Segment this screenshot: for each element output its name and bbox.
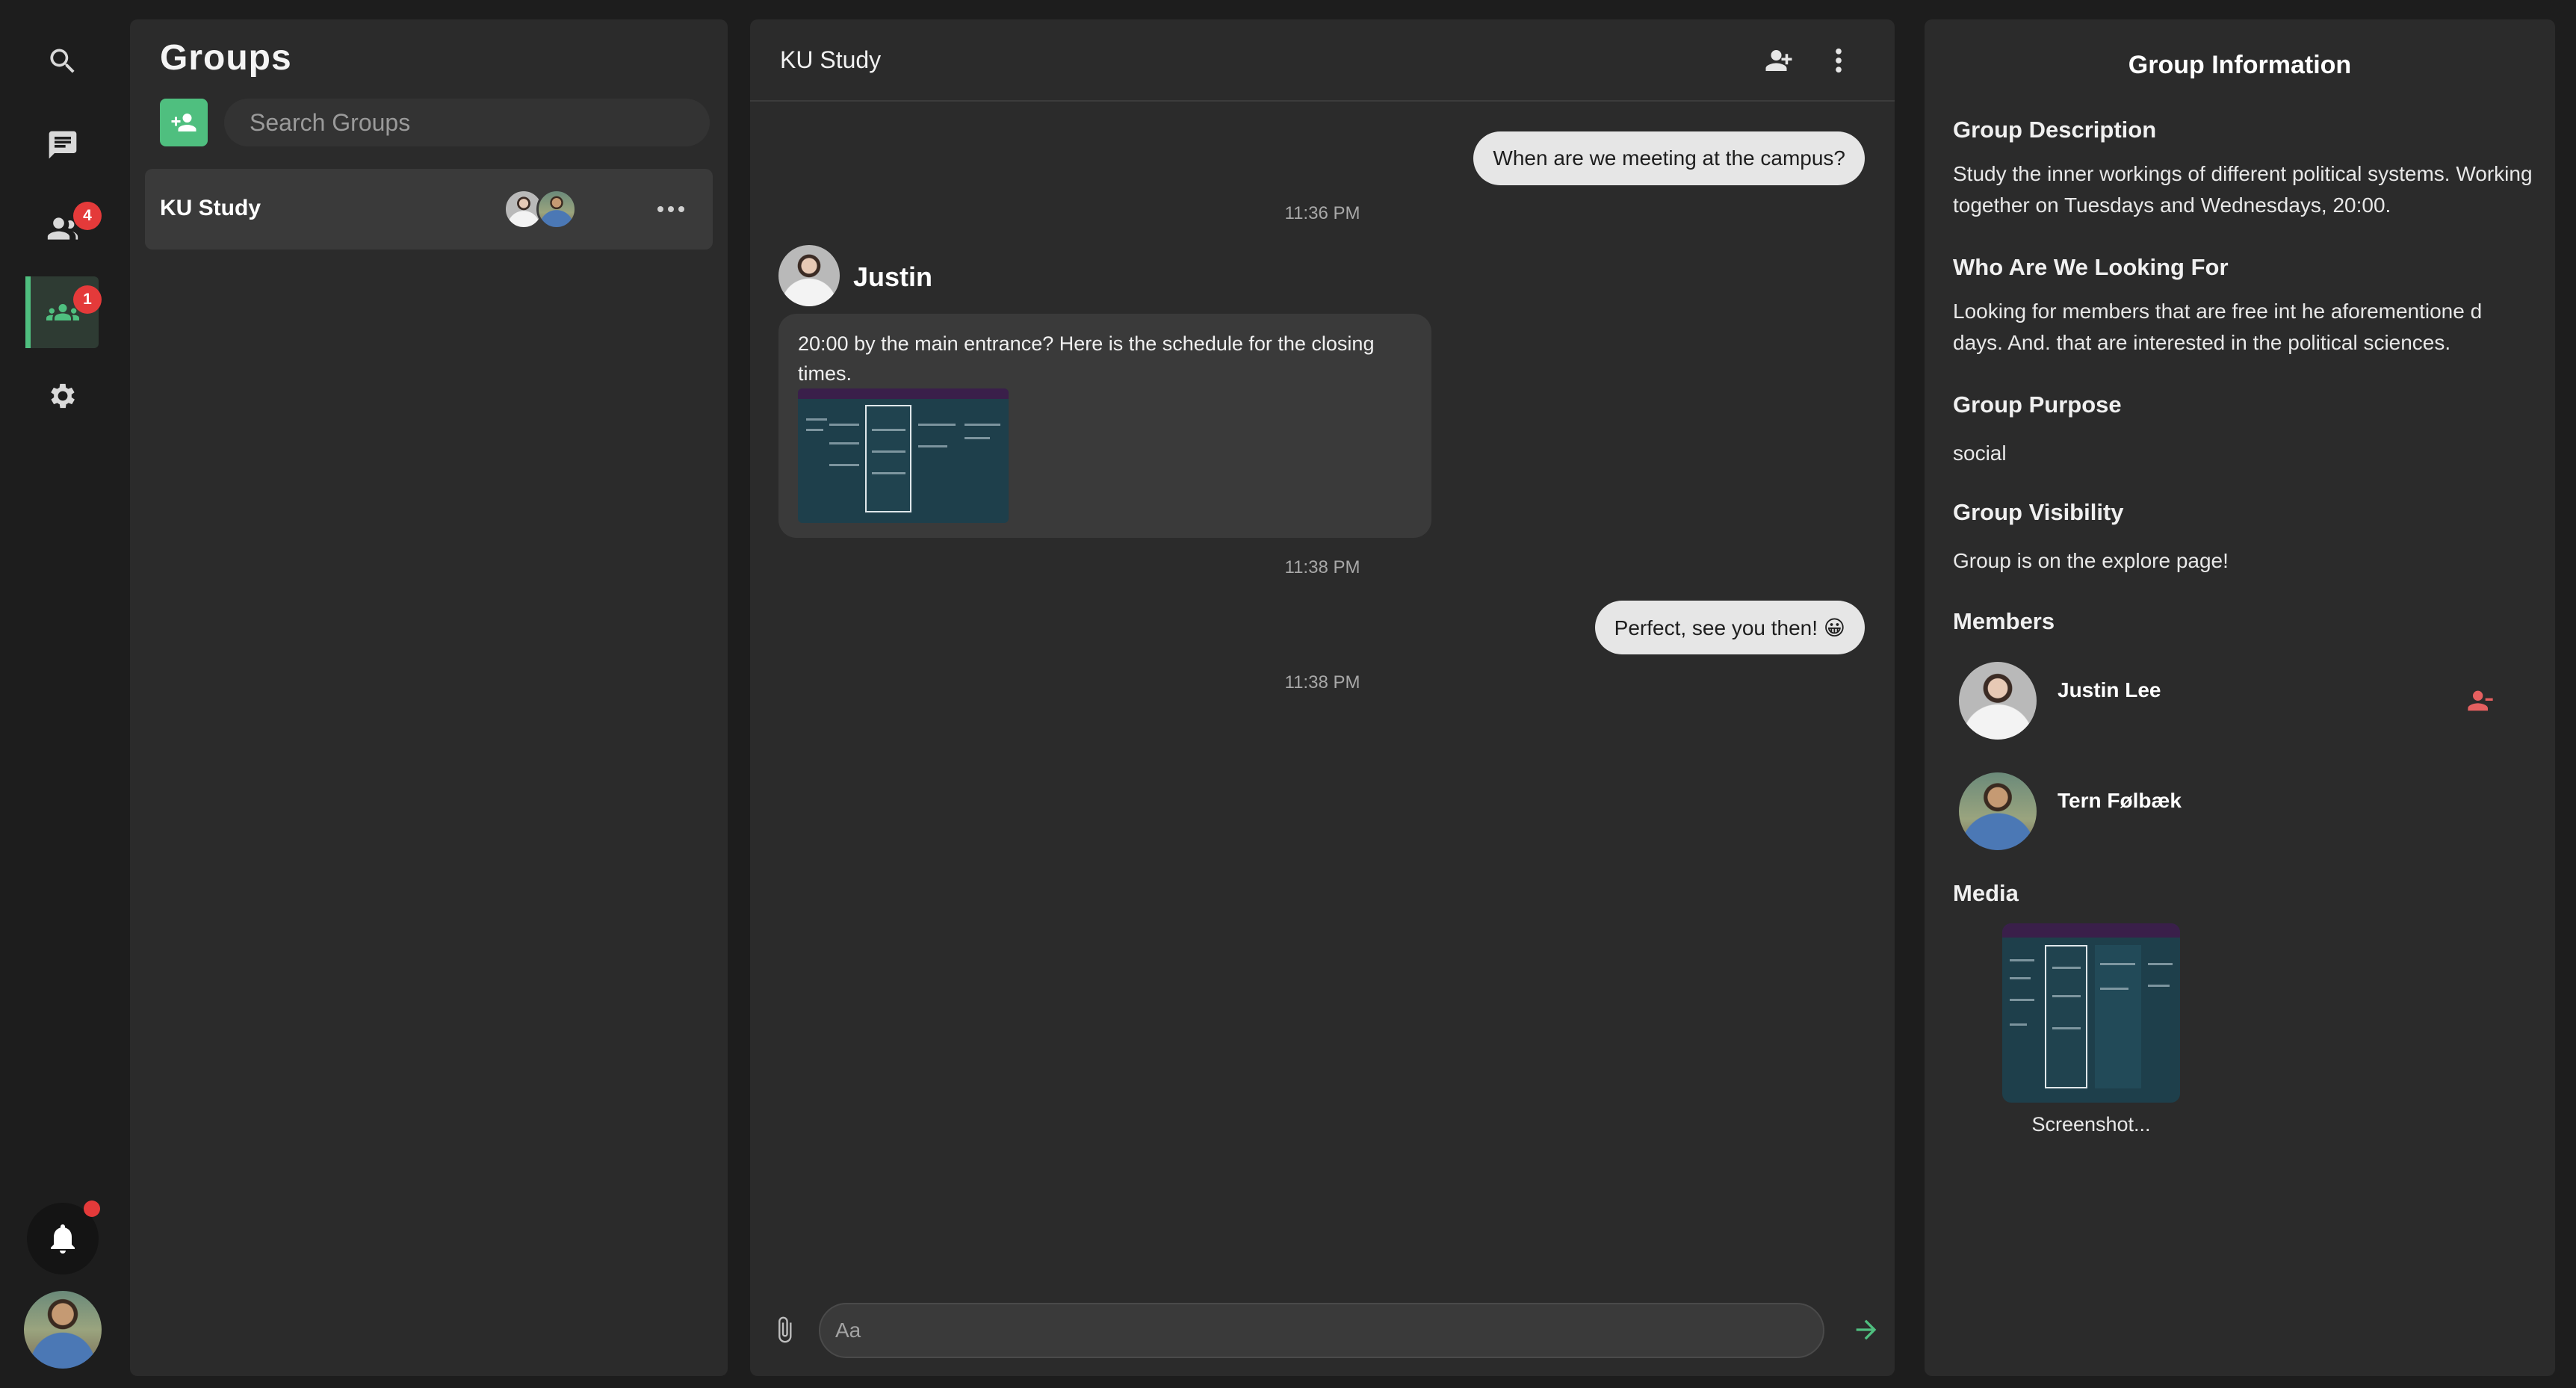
avatar xyxy=(536,189,577,229)
thumb-line xyxy=(2099,962,2136,965)
media-caption: Screenshot... xyxy=(2031,1113,2151,1136)
groups-panel: Groups Search Groups KU Study xyxy=(130,19,728,1376)
group-member-avatars xyxy=(504,189,586,229)
thumb-line xyxy=(806,429,823,431)
looking-for-heading: Who Are We Looking For xyxy=(1953,254,2229,280)
thumb-line xyxy=(964,423,1000,426)
gear-icon xyxy=(51,383,75,409)
nav-chats-button[interactable] xyxy=(27,109,99,181)
create-group-button[interactable] xyxy=(160,99,208,146)
visibility-heading: Group Visibility xyxy=(1953,499,2124,525)
thumb-line xyxy=(871,429,905,431)
chat-options-button[interactable] xyxy=(1818,40,1859,81)
thumb-line xyxy=(2052,995,2081,997)
thumb-line xyxy=(871,450,905,453)
thumb-line xyxy=(829,423,859,426)
arrow-right-icon xyxy=(1856,1319,1877,1340)
bell-icon xyxy=(51,1224,75,1254)
add-group-icon xyxy=(171,114,196,131)
thumb-line xyxy=(806,418,828,421)
thumb-line xyxy=(2009,977,2031,979)
thumb-line xyxy=(871,471,905,474)
attach-file-button[interactable] xyxy=(762,1307,807,1352)
member-avatar[interactable] xyxy=(1959,772,2037,850)
left-nav-rail: 4 1 xyxy=(0,0,127,1388)
search-icon xyxy=(50,49,75,73)
thumb-line xyxy=(2052,1027,2081,1030)
thumb-column xyxy=(865,404,912,512)
thumb-bar xyxy=(2002,923,2180,938)
thumb-line xyxy=(2148,984,2170,987)
more-horizontal-icon xyxy=(657,206,684,212)
description-text: Study the inner workings of different po… xyxy=(1953,162,2533,217)
media-heading: Media xyxy=(1953,880,2019,906)
current-user-avatar[interactable] xyxy=(24,1291,102,1369)
message-input[interactable]: Aa xyxy=(819,1303,1824,1358)
thumb-bar xyxy=(798,388,1009,400)
chat-title: KU Study xyxy=(780,46,882,73)
thumb-line xyxy=(2052,966,2081,969)
purpose-text: social xyxy=(1953,442,2007,465)
remove-user-icon xyxy=(2468,690,2493,711)
outgoing-message: When are we meeting at the campus? xyxy=(1473,131,1865,185)
thumb-line xyxy=(829,442,859,444)
purpose-heading: Group Purpose xyxy=(1953,391,2122,418)
member-name: Justin Lee xyxy=(2058,678,2161,701)
group-name: KU Study xyxy=(160,196,261,220)
notification-dot xyxy=(84,1200,100,1217)
thumb-line xyxy=(2099,988,2128,991)
remove-member-button[interactable] xyxy=(2462,683,2498,719)
add-user-icon xyxy=(1765,50,1792,71)
incoming-message-text: 20:00 by the main entrance? Here is the … xyxy=(798,332,1375,385)
add-member-button[interactable] xyxy=(1759,40,1799,81)
groups-badge: 1 xyxy=(73,285,102,314)
thumb-line xyxy=(2148,962,2173,965)
group-options-button[interactable] xyxy=(653,191,689,227)
more-vertical-icon xyxy=(1836,48,1842,73)
message-composer: Aa xyxy=(750,1297,1895,1364)
members-heading: Members xyxy=(1953,608,2055,634)
media-thumbnail[interactable] xyxy=(2002,923,2180,1103)
nav-groups-button[interactable]: 1 xyxy=(25,276,102,348)
group-info-title: Group Information xyxy=(2128,51,2352,79)
visibility-text: Group is on the explore page! xyxy=(1953,549,2229,572)
groups-title: Groups xyxy=(160,38,292,78)
nav-settings-button[interactable] xyxy=(27,360,99,432)
description-heading: Group Description xyxy=(1953,117,2157,143)
thumb-line xyxy=(2009,998,2034,1001)
incoming-message: 20:00 by the main entrance? Here is the … xyxy=(778,314,1431,538)
friends-badge: 4 xyxy=(73,202,102,230)
member-name: Tern Følbæk xyxy=(2058,789,2182,812)
group-list-item[interactable]: KU Study xyxy=(145,169,713,250)
thumb-column xyxy=(2094,944,2141,1088)
send-button[interactable] xyxy=(1844,1307,1889,1352)
thumb-line xyxy=(917,444,948,447)
message-timestamp: 11:38 PM xyxy=(1284,557,1360,577)
group-info-panel: Group Information Group Description Stud… xyxy=(1925,19,2555,1376)
message-timestamp: 11:38 PM xyxy=(1284,672,1360,693)
message-attachment-image[interactable] xyxy=(798,388,1009,523)
app-window: 4 1 Groups Search Groups KU Study KU Stu… xyxy=(0,0,2576,1388)
looking-for-text: Looking for members that are free int he… xyxy=(1953,300,2483,354)
thumb-line xyxy=(2009,1023,2028,1026)
nav-friends-button[interactable]: 4 xyxy=(27,193,102,264)
thumb-line xyxy=(917,423,956,426)
chat-panel: KU Study When are we meeting at the camp… xyxy=(750,19,1895,1376)
chat-header: KU Study xyxy=(750,19,1895,102)
search-groups-input[interactable]: Search Groups xyxy=(224,99,710,146)
outgoing-message: Perfect, see you then! 😀 xyxy=(1594,601,1865,654)
paperclip-icon xyxy=(778,1316,792,1343)
thumb-line xyxy=(829,463,859,466)
sender-avatar[interactable] xyxy=(778,245,840,306)
thumb-line xyxy=(964,436,990,439)
nav-search-button[interactable] xyxy=(27,25,99,97)
sender-name: Justin xyxy=(853,261,933,292)
member-avatar[interactable] xyxy=(1959,662,2037,740)
chat-icon xyxy=(49,131,77,159)
message-timestamp: 11:36 PM xyxy=(1284,203,1360,223)
thumb-line xyxy=(2009,959,2034,961)
